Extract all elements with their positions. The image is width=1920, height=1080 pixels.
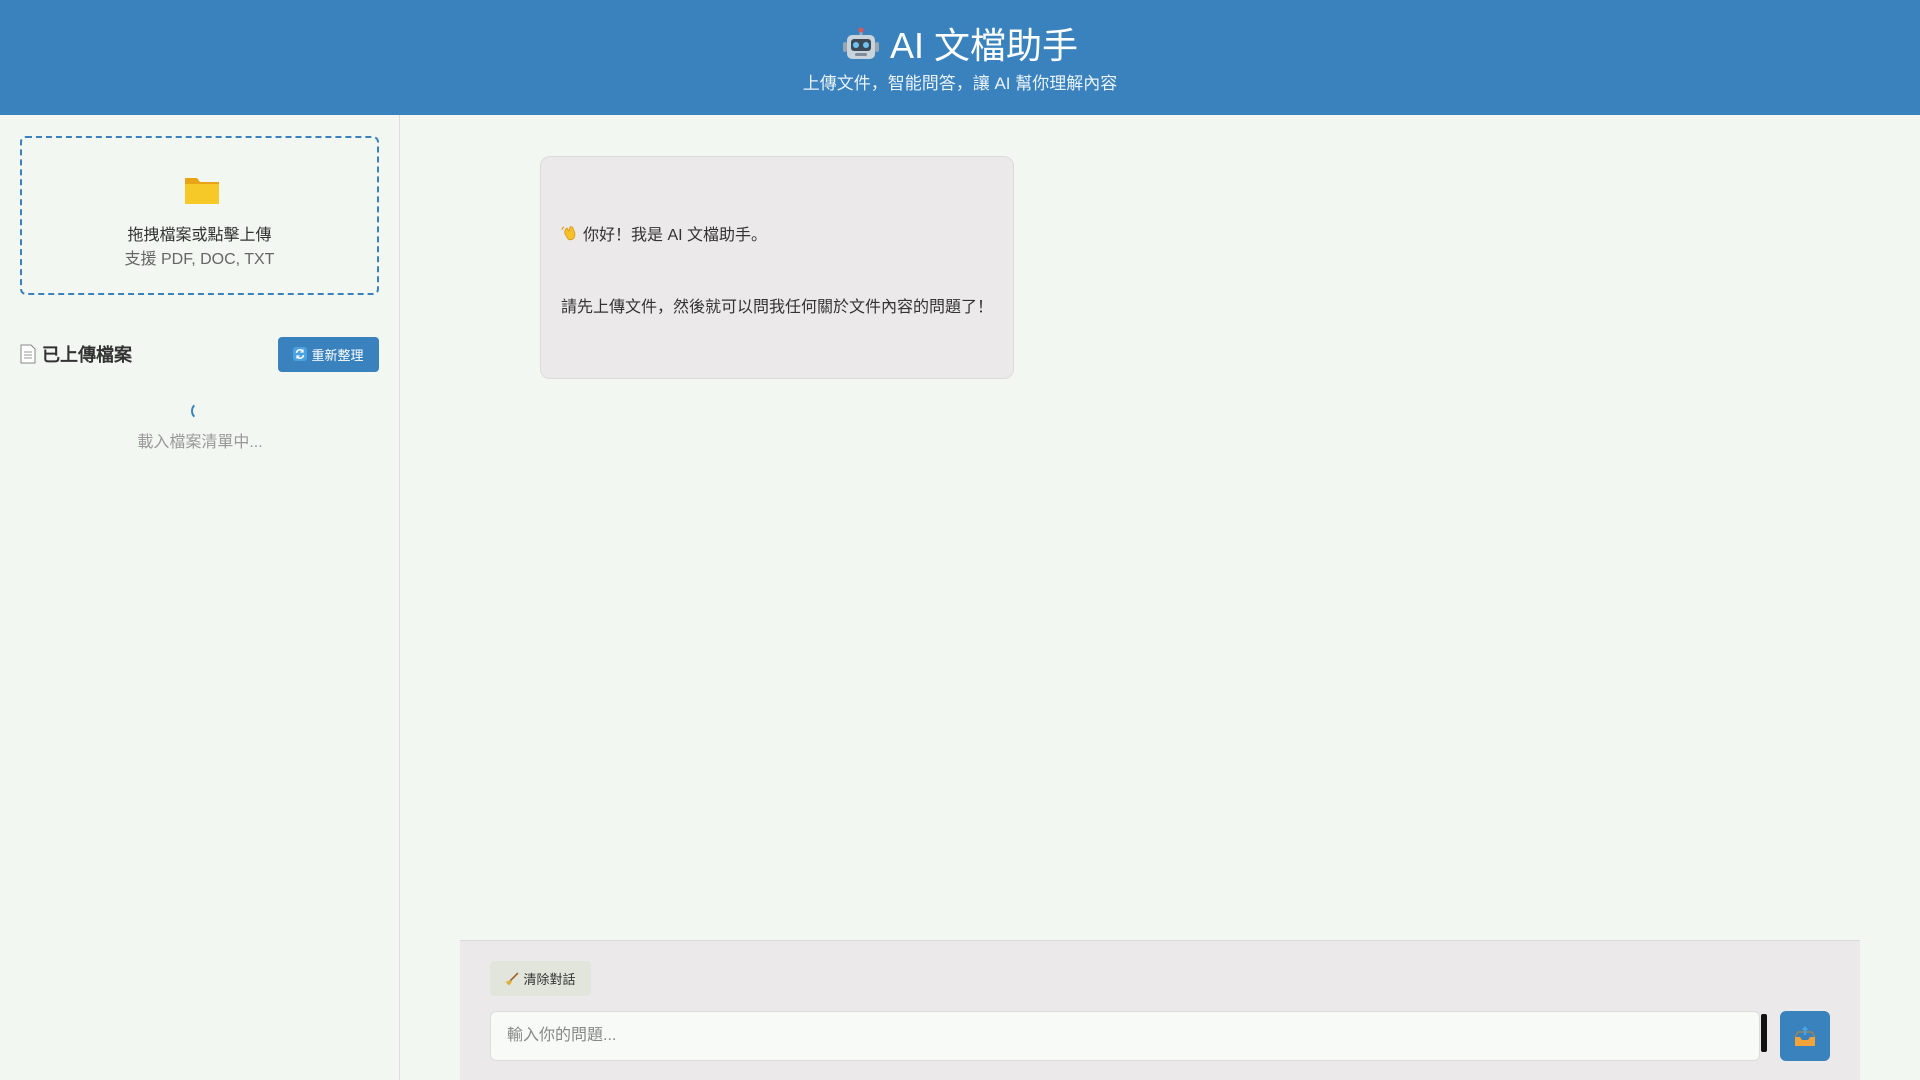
text-cursor [1761, 1014, 1767, 1052]
refresh-button[interactable]: 重新整理 [278, 336, 379, 372]
file-upload-dropzone[interactable]: 拖拽檔案或點擊上傳 支援 PDF, DOC, TXT [20, 136, 379, 295]
clear-chat-label: 清除對話 [523, 972, 576, 987]
file-list-loading: 載入檔案清單中... [0, 402, 400, 452]
folder-icon [183, 173, 221, 205]
uploaded-files-label: 已上傳檔案 [42, 345, 132, 365]
refresh-icon [293, 347, 308, 361]
robot-icon [842, 27, 880, 65]
bot-message-line1: 你好！我是 AI 文檔助手。 [583, 227, 768, 244]
chat-area: 你好！我是 AI 文檔助手。 請先上傳文件，然後就可以問我任何關於文件內容的問題… [400, 115, 1920, 1080]
loading-spinner-icon [191, 402, 209, 420]
app-header: AI 文檔助手 上傳文件，智能問答，讓 AI 幫你理解內容 [0, 0, 1920, 115]
refresh-button-label: 重新整理 [311, 347, 364, 363]
sidebar: 拖拽檔案或點擊上傳 支援 PDF, DOC, TXT 已上傳檔案 重新整理 載入… [0, 115, 400, 1080]
send-icon [1792, 1023, 1818, 1049]
question-input[interactable] [490, 1011, 1760, 1061]
broom-icon [505, 971, 520, 986]
bot-message-greeting: 你好！我是 AI 文檔助手。 [561, 221, 767, 245]
bot-message-line2: 請先上傳文件，然後就可以問我任何關於文件內容的問題了！ [561, 299, 994, 316]
uploaded-files-title: 已上傳檔案 [20, 341, 132, 367]
loading-text: 載入檔案清單中... [137, 434, 263, 451]
app-subtitle: 上傳文件，智能問答，讓 AI 幫你理解內容 [802, 74, 1118, 93]
clear-chat-button[interactable]: 清除對話 [490, 961, 591, 996]
uploaded-files-header: 已上傳檔案 重新整理 [20, 336, 379, 372]
waving-hand-icon [561, 224, 579, 242]
bot-message: 你好！我是 AI 文檔助手。 請先上傳文件，然後就可以問我任何關於文件內容的問題… [540, 156, 1014, 379]
input-panel: 清除對話 [460, 940, 1860, 1080]
document-icon [20, 344, 36, 364]
send-button[interactable] [1780, 1011, 1830, 1061]
app-title-text: AI 文檔助手 [889, 25, 1079, 66]
upload-title: 拖拽檔案或點擊上傳 [127, 227, 272, 244]
upload-formats: 支援 PDF, DOC, TXT [124, 251, 275, 268]
app-title: AI 文檔助手 [0, 22, 1920, 70]
